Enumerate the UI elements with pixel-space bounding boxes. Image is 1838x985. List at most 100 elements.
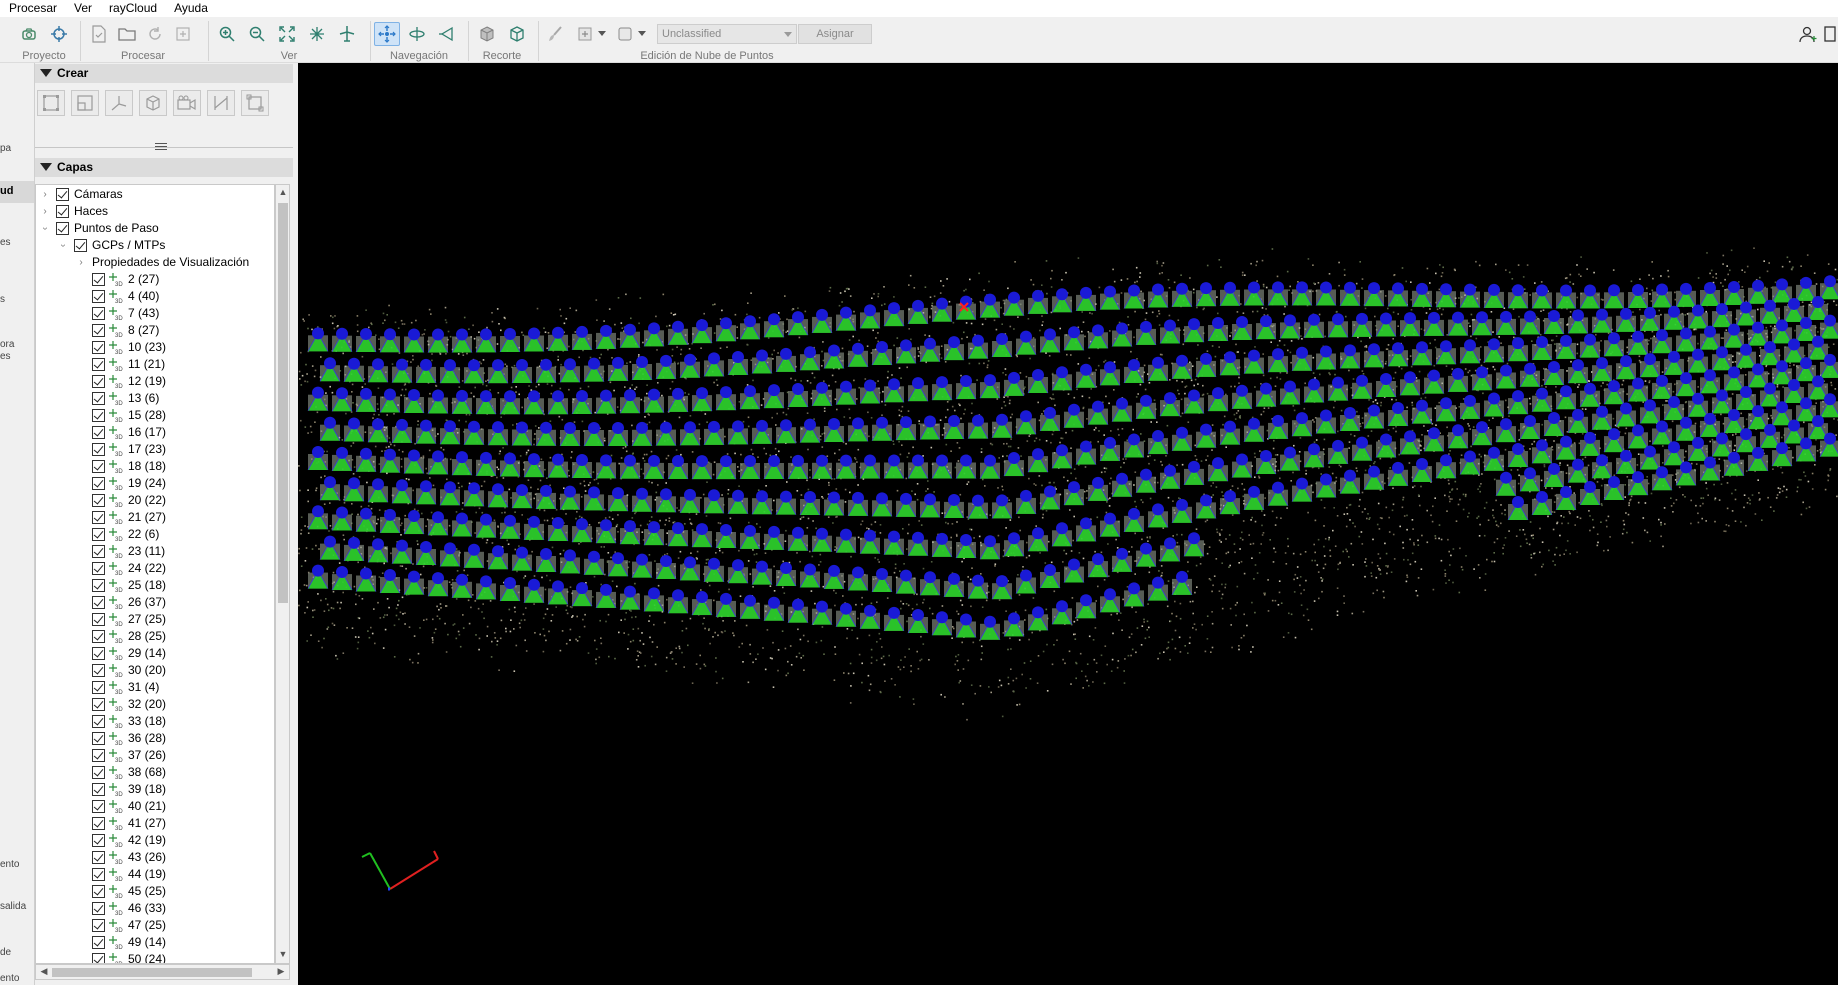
create-measure-button[interactable] [207,90,235,116]
process-options-button[interactable] [86,22,112,46]
layer-checkbox[interactable] [92,953,105,963]
tree-item-gcp-point[interactable]: 3D 37 (26) [36,747,274,764]
layer-checkbox[interactable] [92,851,105,864]
layer-checkbox[interactable] [92,936,105,949]
layer-checkbox[interactable] [92,902,105,915]
menu-raycloud[interactable]: rayCloud [100,0,165,17]
capas-section-header[interactable]: Capas [35,158,293,177]
tree-item-gcp-point[interactable]: 3D 25 (18) [36,577,274,594]
sidebar-item-label[interactable]: salida [0,901,26,912]
gcp-manager-button[interactable] [46,22,72,46]
sidebar-item-label-active[interactable]: ud [0,185,13,197]
tree-item-gcp-point[interactable]: 3D 11 (21) [36,356,274,373]
user-account-button[interactable] [1796,22,1822,46]
layer-checkbox[interactable] [92,800,105,813]
create-video-button[interactable] [173,90,201,116]
sidebar-item-label[interactable]: de [0,947,11,958]
window-layout-button[interactable] [1822,22,1838,46]
sidebar-item-label[interactable]: es [0,351,11,362]
expand-arrow-icon[interactable]: › [76,254,86,271]
layer-checkbox[interactable] [92,341,105,354]
scroll-thumb[interactable] [52,968,252,977]
scroll-up-arrow-icon[interactable]: ▲ [278,187,288,199]
raycloud-3d-viewport[interactable] [298,63,1838,985]
layer-checkbox[interactable] [92,919,105,932]
tree-item-puntos-de-paso[interactable]: › Puntos de Paso [36,220,274,237]
layer-checkbox[interactable] [92,375,105,388]
create-orthoplane-button[interactable] [241,90,269,116]
tree-item-propiedades[interactable]: › Propiedades de Visualización [36,254,274,271]
layer-checkbox[interactable] [92,630,105,643]
create-volume-button[interactable] [139,90,167,116]
layer-checkbox[interactable] [92,647,105,660]
layer-checkbox[interactable] [92,596,105,609]
layer-checkbox[interactable] [92,528,105,541]
expand-arrow-icon[interactable]: › [40,186,50,203]
layer-checkbox[interactable] [92,613,105,626]
layer-checkbox[interactable] [92,324,105,337]
selection-mode-button[interactable] [572,22,598,46]
layer-checkbox[interactable] [92,477,105,490]
sidebar-item-label[interactable]: ento [0,859,19,870]
tree-item-gcp-point[interactable]: 3D 2 (27) [36,271,274,288]
crear-section-header[interactable]: Crear [35,64,293,83]
collapse-arrow-icon[interactable]: › [55,241,72,251]
layer-checkbox[interactable] [92,511,105,524]
tree-item-gcp-point[interactable]: 3D 33 (18) [36,713,274,730]
sidebar-item-label[interactable]: pa [0,143,11,154]
sidebar-item-label[interactable]: ento [0,973,19,984]
layer-checkbox[interactable] [92,307,105,320]
trackball-navigation-button[interactable] [404,22,430,46]
tree-item-gcp-point[interactable]: 3D 42 (19) [36,832,274,849]
tree-item-gcp-point[interactable]: 3D 43 (26) [36,849,274,866]
layer-checkbox[interactable] [92,834,105,847]
menu-ayuda[interactable]: Ayuda [165,0,216,17]
scroll-left-arrow-icon[interactable]: ◀ [38,966,50,978]
layer-checkbox[interactable] [92,579,105,592]
tree-horizontal-scrollbar[interactable]: ◀ ▶ [35,964,290,980]
class-color-button[interactable] [612,22,638,46]
tree-item-gcp-point[interactable]: 3D 28 (25) [36,628,274,645]
project-properties-button[interactable] [16,22,42,46]
layer-checkbox[interactable] [92,494,105,507]
layer-checkbox[interactable] [92,715,105,728]
tree-vertical-scrollbar[interactable]: ▲ ▼ [275,184,290,964]
tree-item-gcp-point[interactable]: 3D 8 (27) [36,322,274,339]
layer-checkbox[interactable] [92,664,105,677]
fly-view-button[interactable] [334,22,360,46]
layer-checkbox[interactable] [92,460,105,473]
tree-item-gcps-mtps[interactable]: › GCPs / MTPs [36,237,274,254]
tree-item-gcp-point[interactable]: 3D 22 (6) [36,526,274,543]
zoom-out-button[interactable] [244,22,270,46]
create-area-button[interactable] [37,90,65,116]
scroll-down-arrow-icon[interactable]: ▼ [278,949,288,961]
layer-checkbox[interactable] [92,766,105,779]
layer-checkbox[interactable] [92,426,105,439]
collapse-arrow-icon[interactable]: › [37,224,54,234]
tree-item-gcp-point[interactable]: 3D 36 (28) [36,730,274,747]
layer-checkbox[interactable] [92,443,105,456]
layer-checkbox[interactable] [92,409,105,422]
tree-item-gcp-point[interactable]: 3D 24 (22) [36,560,274,577]
sidebar-item-label[interactable]: es [0,237,11,248]
tree-item-haces[interactable]: › Haces [36,203,274,220]
tree-item-gcp-point[interactable]: 3D 29 (14) [36,645,274,662]
expand-arrow-icon[interactable]: › [40,203,50,220]
tree-item-gcp-point[interactable]: 3D 38 (68) [36,764,274,781]
tree-item-gcp-point[interactable]: 3D 31 (4) [36,679,274,696]
layer-checkbox[interactable] [92,783,105,796]
tree-item-gcp-point[interactable]: 3D 32 (20) [36,696,274,713]
menu-ver[interactable]: Ver [65,0,100,17]
layer-checkbox[interactable] [92,868,105,881]
layer-checkbox[interactable] [92,817,105,830]
zoom-extent-button[interactable] [274,22,300,46]
tree-item-gcp-point[interactable]: 3D 40 (21) [36,798,274,815]
tree-item-gcp-point[interactable]: 3D 26 (37) [36,594,274,611]
tree-item-gcp-point[interactable]: 3D 19 (24) [36,475,274,492]
first-person-navigation-button[interactable] [434,22,460,46]
tree-item-gcp-point[interactable]: 3D 47 (25) [36,917,274,934]
layer-checkbox[interactable] [92,749,105,762]
tree-item-gcp-point[interactable]: 3D 23 (11) [36,543,274,560]
view-all-button[interactable] [304,22,330,46]
tree-item-gcp-point[interactable]: 3D 45 (25) [36,883,274,900]
